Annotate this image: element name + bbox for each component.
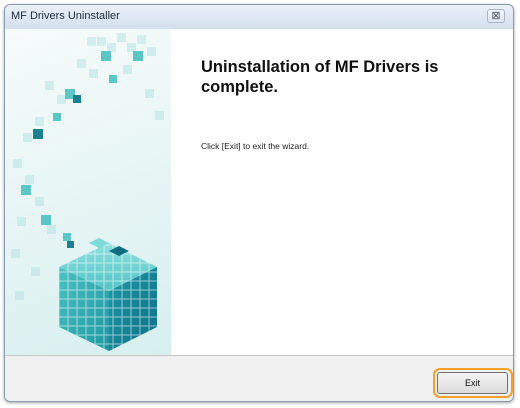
wizard-side-graphic xyxy=(5,29,171,355)
wizard-content: Uninstallation of MF Drivers is complete… xyxy=(5,29,513,355)
uninstaller-window: MF Drivers Uninstaller ⊠ Uninstallation … xyxy=(4,4,514,402)
title-bar[interactable]: MF Drivers Uninstaller ⊠ xyxy=(5,5,513,29)
instruction-text: Click [Exit] to exit the wizard. xyxy=(201,141,310,151)
cube-graphic xyxy=(11,33,164,351)
completion-heading: Uninstallation of MF Drivers is complete… xyxy=(201,58,439,96)
exit-button[interactable]: Exit xyxy=(437,372,508,394)
button-bar: Exit xyxy=(5,355,513,401)
window-title: MF Drivers Uninstaller xyxy=(11,10,120,22)
close-icon: ⊠ xyxy=(491,10,501,22)
close-button[interactable]: ⊠ xyxy=(487,9,505,23)
